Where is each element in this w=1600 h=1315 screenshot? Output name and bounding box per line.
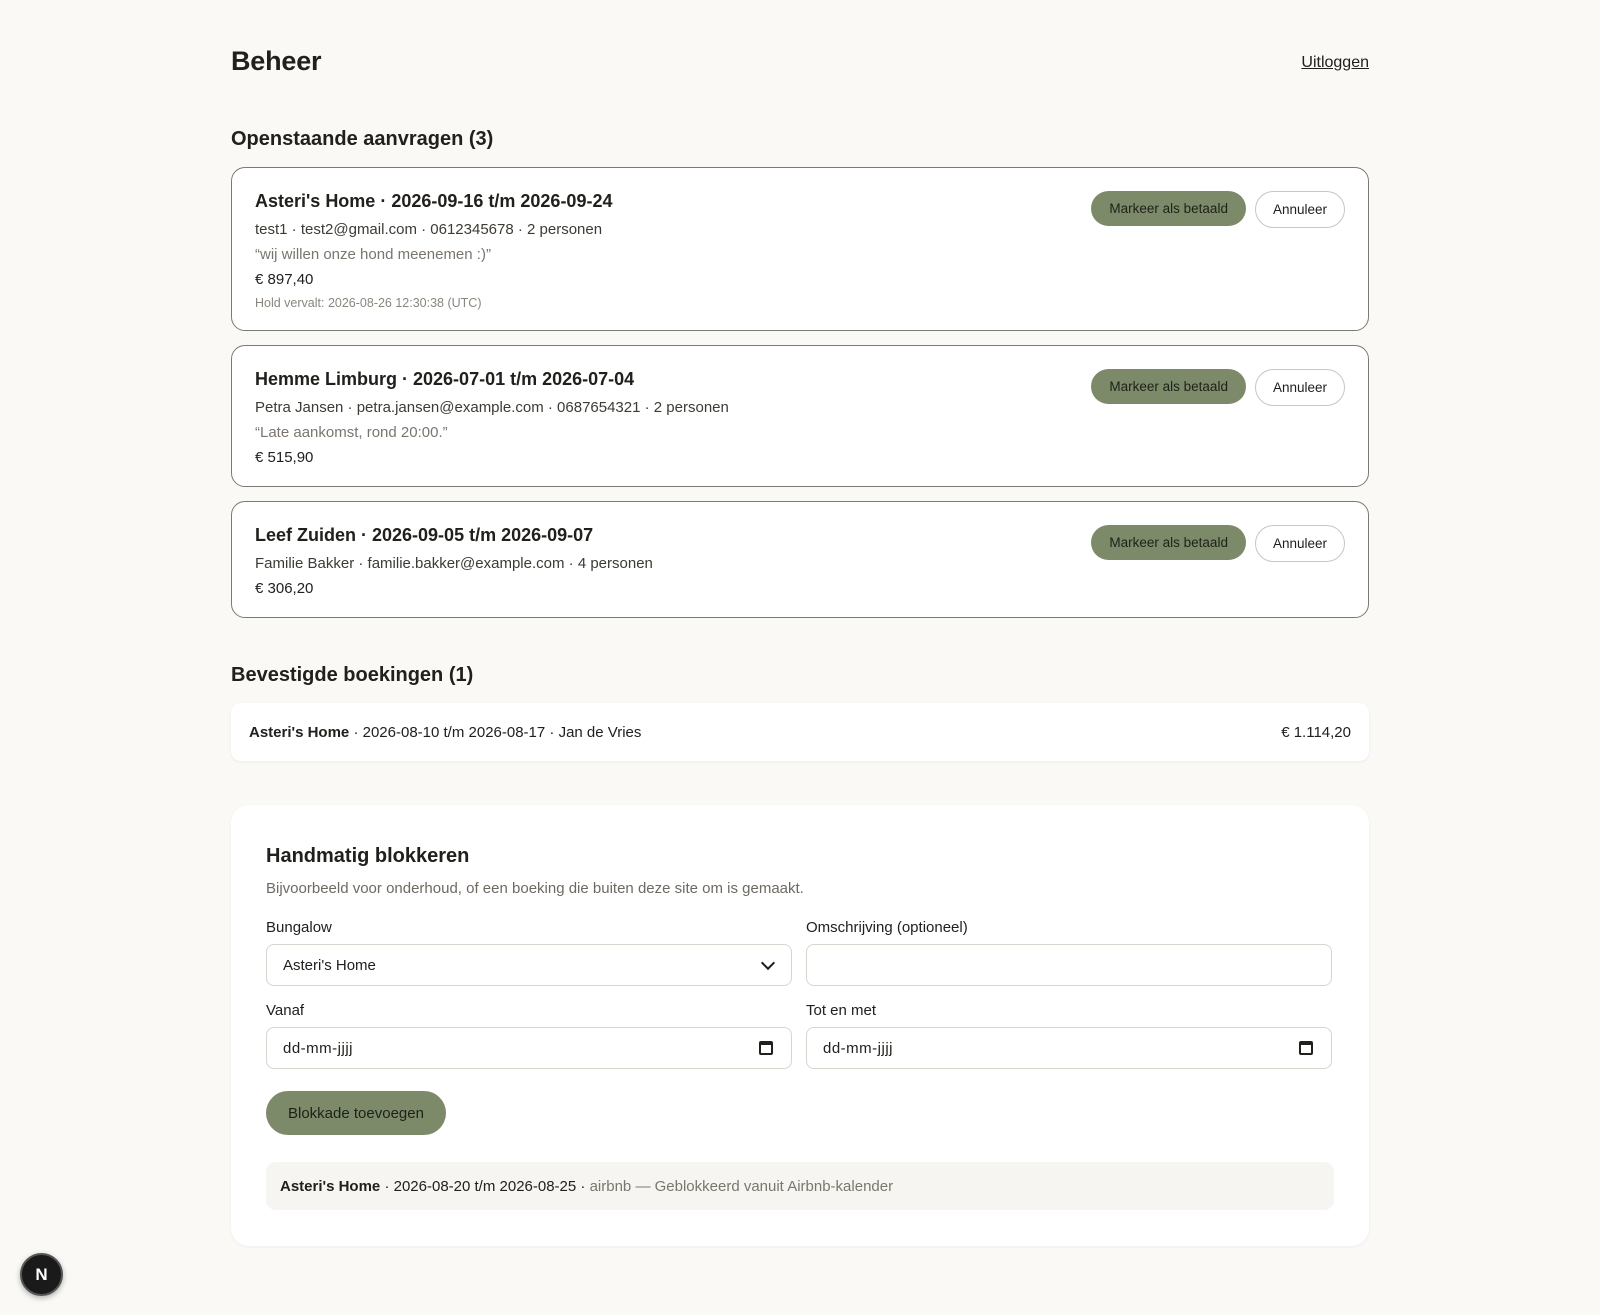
to-date-placeholder: dd-mm-jjjj <box>823 1039 893 1057</box>
cancel-button[interactable]: Annuleer <box>1254 369 1345 406</box>
manual-block-description: Bijvoorbeeld voor onderhoud, of een boek… <box>266 880 804 897</box>
request-card: Leef Zuiden · 2026-09-05 t/m 2026-09-07 … <box>231 501 1369 618</box>
confirmed-booking-info: Asteri's Home · 2026-08-10 t/m 2026-08-1… <box>249 724 641 741</box>
request-price: € 515,90 <box>255 449 314 466</box>
chevron-down-icon <box>760 955 776 970</box>
dev-tools-badge[interactable]: N <box>20 1253 63 1296</box>
confirmed-booking-name: Asteri's Home <box>249 723 350 741</box>
confirmed-booking-row: Asteri's Home · 2026-08-10 t/m 2026-08-1… <box>231 703 1369 761</box>
request-price: € 897,40 <box>255 271 314 288</box>
request-hold-expiry: Hold vervalt: 2026-08-26 12:30:38 (UTC) <box>255 296 482 310</box>
cancel-button[interactable]: Annuleer <box>1254 525 1345 562</box>
from-date-label: Vanaf <box>266 1002 305 1019</box>
calendar-icon[interactable] <box>759 1041 773 1055</box>
bungalow-select[interactable]: Asteri's Home <box>266 944 792 986</box>
mark-paid-button[interactable]: Markeer als betaald <box>1091 191 1246 226</box>
from-date-input[interactable]: dd-mm-jjjj <box>266 1027 792 1069</box>
block-item-source: airbnb — Geblokkeerd vanuit Airbnb-kalen… <box>589 1177 894 1195</box>
description-input[interactable] <box>806 944 1332 986</box>
request-actions: Markeer als betaald Annuleer <box>1091 369 1345 406</box>
description-label: Omschrijving (optioneel) <box>806 919 968 936</box>
page-header: Beheer Uitloggen <box>231 0 1369 128</box>
from-date-field-group: Vanaf dd-mm-jjjj <box>266 1002 792 1069</box>
request-actions: Markeer als betaald Annuleer <box>1091 191 1345 228</box>
manual-block-panel: Handmatig blokkeren Bijvoorbeeld voor on… <box>231 805 1369 1246</box>
bungalow-field-group: Bungalow Asteri's Home <box>266 919 792 986</box>
pending-requests-title: Openstaande aanvragen (3) <box>231 128 494 150</box>
to-date-field-group: Tot en met dd-mm-jjjj <box>806 1002 1332 1069</box>
bungalow-label: Bungalow <box>266 919 332 936</box>
admin-page: Beheer Uitloggen Openstaande aanvragen (… <box>231 0 1369 1246</box>
confirmed-bookings-title: Bevestigde boekingen (1) <box>231 664 474 686</box>
pending-requests-section: Openstaande aanvragen (3) Asteri's Home … <box>231 128 1369 618</box>
from-date-placeholder: dd-mm-jjjj <box>283 1039 353 1057</box>
existing-block-item: Asteri's Home · 2026-08-20 t/m 2026-08-2… <box>266 1162 1334 1210</box>
logout-link[interactable]: Uitloggen <box>1301 54 1369 72</box>
cancel-button[interactable]: Annuleer <box>1254 191 1345 228</box>
request-note: “Late aankomst, rond 20:00.” <box>255 424 448 441</box>
mark-paid-button[interactable]: Markeer als betaald <box>1091 525 1246 560</box>
bungalow-selected-value: Asteri's Home <box>283 956 376 974</box>
page-title: Beheer <box>231 46 322 76</box>
confirmed-bookings-section: Bevestigde boekingen (1) Asteri's Home ·… <box>231 664 1369 761</box>
block-form: Bungalow Asteri's Home Omschrijving (opt… <box>266 919 1334 1069</box>
description-field-group: Omschrijving (optioneel) <box>806 919 1332 986</box>
calendar-icon[interactable] <box>1299 1041 1313 1055</box>
block-item-dates: · 2026-08-20 t/m 2026-08-25 · <box>380 1177 590 1195</box>
request-card: Hemme Limburg · 2026-07-01 t/m 2026-07-0… <box>231 345 1369 487</box>
to-date-input[interactable]: dd-mm-jjjj <box>806 1027 1332 1069</box>
manual-block-title: Handmatig blokkeren <box>266 845 470 867</box>
mark-paid-button[interactable]: Markeer als betaald <box>1091 369 1246 404</box>
request-note: “wij willen onze hond meenemen :)” <box>255 246 491 263</box>
add-block-button[interactable]: Blokkade toevoegen <box>266 1091 446 1135</box>
request-actions: Markeer als betaald Annuleer <box>1091 525 1345 562</box>
confirmed-booking-details: · 2026-08-10 t/m 2026-08-17 · Jan de Vri… <box>349 723 642 741</box>
confirmed-booking-price: € 1.114,20 <box>1281 723 1351 741</box>
to-date-label: Tot en met <box>806 1002 877 1019</box>
request-card: Asteri's Home · 2026-09-16 t/m 2026-09-2… <box>231 167 1369 331</box>
block-item-name: Asteri's Home <box>280 1177 381 1195</box>
request-price: € 306,20 <box>255 580 314 597</box>
